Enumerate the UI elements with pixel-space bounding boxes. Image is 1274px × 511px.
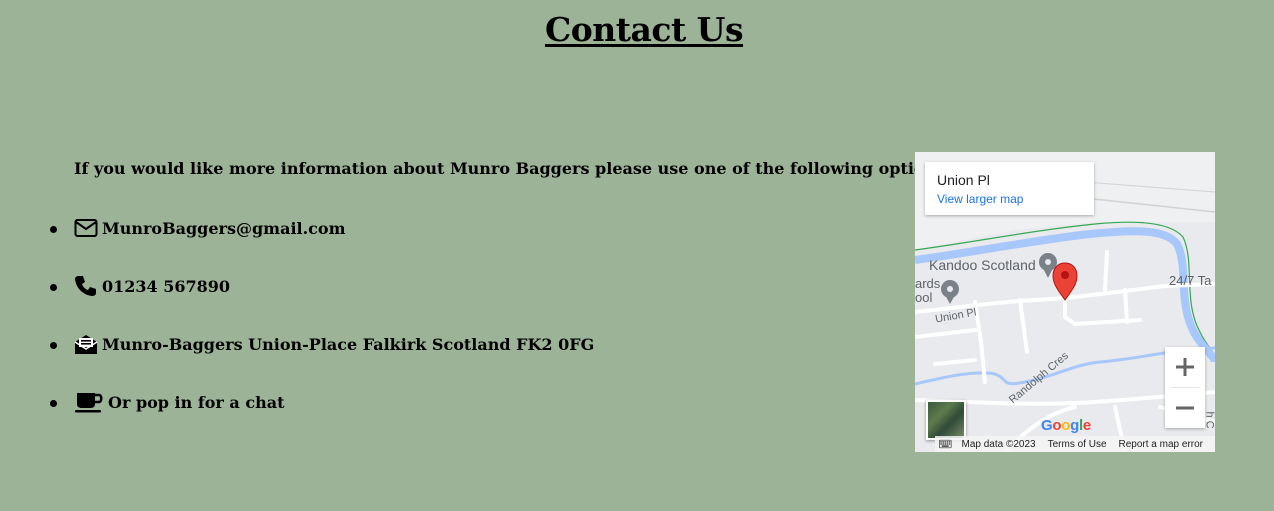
minus-icon — [1176, 406, 1194, 410]
contact-phone-text: 01234 567890 — [102, 276, 231, 296]
contact-visit-item: Or pop in for a chat — [50, 387, 650, 417]
contact-phone-item: 01234 567890 — [50, 271, 650, 301]
zoom-out-button[interactable] — [1165, 388, 1205, 428]
map-label-kandoo: Kandoo Scotland — [929, 257, 1036, 273]
contact-intro: If you would like more information about… — [74, 159, 946, 178]
phone-icon — [74, 275, 98, 297]
keyboard-icon[interactable] — [939, 438, 952, 450]
page-title: Contact Us — [544, 10, 744, 49]
map-data-text: Map data ©2023 — [961, 438, 1036, 450]
map-place-card: Union Pl View larger map — [925, 162, 1094, 215]
map-label-24-7: 24/7 Ta — [1169, 273, 1212, 288]
map-attribution-bar: Map data ©2023 Terms of Use Report a map… — [935, 436, 1215, 452]
report-map-error-link[interactable]: Report a map error — [1119, 439, 1203, 450]
embedded-map[interactable]: Kandoo Scotland ards ool Union Pl 24/7 T… — [915, 152, 1215, 452]
google-logo: Google — [1041, 417, 1091, 434]
map-zoom-control — [1165, 347, 1205, 428]
contact-email-text: MunroBaggers@gmail.com — [102, 218, 346, 238]
plus-icon — [1176, 358, 1194, 376]
map-place-name: Union Pl — [937, 172, 990, 188]
coffee-cup-icon — [74, 391, 104, 413]
bullet — [50, 399, 57, 407]
terms-of-use-link[interactable]: Terms of Use — [1048, 439, 1107, 450]
bullet — [50, 341, 57, 349]
bullet — [50, 283, 57, 291]
view-larger-map-link[interactable]: View larger map — [937, 192, 1023, 206]
contact-address-item: Munro-Baggers Union-Place Falkirk Scotla… — [50, 329, 650, 359]
satellite-toggle-button[interactable] — [926, 400, 966, 440]
contact-address-text: Munro-Baggers Union-Place Falkirk Scotla… — [102, 334, 595, 354]
bullet — [50, 225, 57, 233]
map-label-edge: h C — [1203, 411, 1215, 429]
zoom-in-button[interactable] — [1165, 347, 1205, 387]
open-envelope-icon — [74, 333, 98, 355]
map-label-ards: ards — [915, 276, 941, 291]
map-label-ool: ool — [915, 290, 933, 305]
envelope-icon — [74, 217, 98, 239]
contact-email-item: MunroBaggers@gmail.com — [50, 213, 650, 243]
contact-visit-text: Or pop in for a chat — [108, 392, 285, 412]
